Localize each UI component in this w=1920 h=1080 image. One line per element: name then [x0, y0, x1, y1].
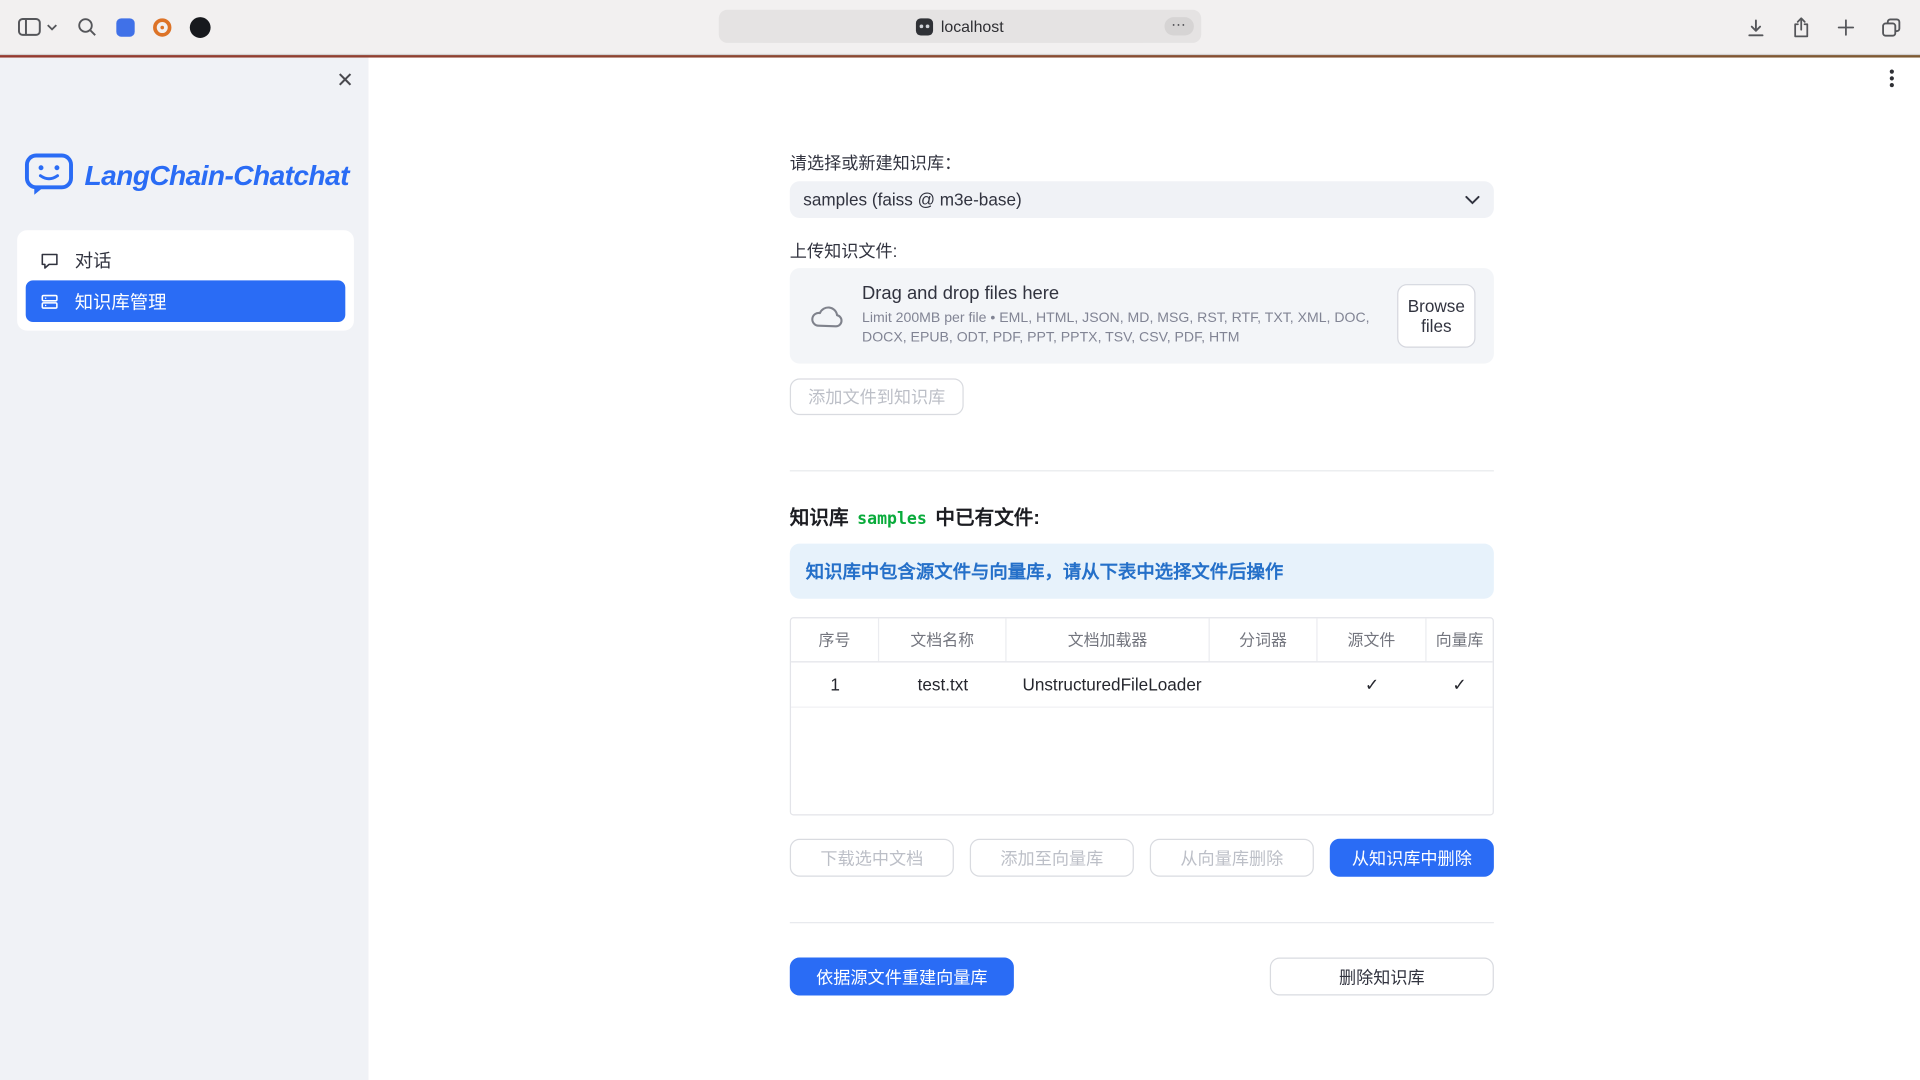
site-favicon [916, 18, 933, 35]
col-header-loader[interactable]: 文档加载器 [1007, 618, 1210, 661]
sidebar-close-button[interactable]: ✕ [336, 70, 353, 91]
add-to-vector-store-button[interactable]: 添加至向量库 [970, 839, 1134, 877]
chevron-down-icon [1464, 194, 1480, 205]
browse-files-button[interactable]: Browse files [1397, 284, 1475, 348]
page-decoration-bar [0, 55, 1920, 57]
col-header-index[interactable]: 序号 [791, 618, 879, 661]
rebuild-vector-store-button[interactable]: 依据源文件重建向量库 [790, 958, 1014, 996]
kb-select[interactable]: samples (faiss @ m3e-base) [790, 181, 1494, 218]
search-button[interactable] [76, 16, 98, 38]
sidebar-toggle-icon [17, 15, 41, 39]
screen: localhost ⋯ [0, 0, 1920, 1080]
add-files-to-kb-button[interactable]: 添加文件到知识库 [790, 378, 964, 415]
file-dropzone[interactable]: Drag and drop files here Limit 200MB per… [790, 268, 1494, 364]
cell-doc-name: test.txt [879, 662, 1006, 706]
search-icon [76, 16, 98, 38]
toolbar-right-group [1745, 0, 1903, 55]
kb-select-label: 请选择或新建知识库： [790, 151, 1494, 175]
kb-select-value: samples (faiss @ m3e-base) [803, 190, 1021, 210]
share-button[interactable] [1790, 16, 1812, 39]
tabs-icon [1880, 16, 1903, 39]
files-table: 序号 文档名称 文档加载器 分词器 源文件 向量库 1 test.txt Uns… [790, 617, 1494, 815]
chevron-down-icon [47, 23, 58, 32]
divider [790, 470, 1494, 471]
delete-from-kb-button[interactable]: 从知识库中删除 [1330, 839, 1494, 877]
sidebar-item-dialogue[interactable]: 对话 [26, 239, 346, 281]
cell-index: 1 [791, 662, 879, 706]
row-actions: 下载选中文档 添加至向量库 从向量库删除 从知识库中删除 [790, 839, 1494, 877]
chat-bubble-icon [39, 249, 60, 270]
toolbar-left-group [0, 15, 211, 39]
content-column: 请选择或新建知识库： samples (faiss @ m3e-base) 上传… [790, 58, 1494, 996]
info-banner-text: 知识库中包含源文件与向量库，请从下表中选择文件后操作 [806, 558, 1284, 584]
address-bar[interactable]: localhost ⋯ [719, 10, 1201, 43]
col-header-doc-name[interactable]: 文档名称 [879, 618, 1006, 661]
dropzone-title: Drag and drop files here [862, 283, 1376, 304]
remove-from-vector-store-button[interactable]: 从向量库删除 [1150, 839, 1314, 877]
kb-name-code: samples [857, 509, 927, 529]
table-row[interactable]: 1 test.txt UnstructuredFileLoader ✓ ✓ [791, 662, 1493, 707]
app-logo: LangChain-Chatchat [24, 153, 348, 197]
browser-toolbar: localhost ⋯ [0, 0, 1920, 55]
main-content: 请选择或新建知识库： samples (faiss @ m3e-base) 上传… [369, 58, 1920, 1080]
dropzone-limit: Limit 200MB per file • EML, HTML, JSON, … [862, 310, 1376, 348]
files-heading-prefix: 知识库 [790, 501, 849, 530]
divider [790, 922, 1494, 923]
knowledge-base-icon [39, 291, 60, 312]
dropzone-text: Drag and drop files here Limit 200MB per… [862, 283, 1376, 348]
tab-overview-button[interactable] [1880, 16, 1903, 39]
share-icon [1790, 16, 1812, 39]
sidebar-toggle-button[interactable] [17, 15, 57, 39]
new-tab-button[interactable] [1836, 17, 1857, 38]
sidebar-nav: 对话 知识库管理 [17, 230, 354, 330]
app-sidebar: ✕ LangChain-Chatchat 对 [0, 58, 369, 1080]
files-heading: 知识库 samples 中已有文件: [790, 501, 1494, 530]
sidebar-item-label: 对话 [75, 247, 112, 273]
download-icon [1745, 17, 1767, 39]
files-table-header: 序号 文档名称 文档加载器 分词器 源文件 向量库 [791, 618, 1493, 662]
col-header-source-file[interactable]: 源文件 [1318, 618, 1427, 661]
bottom-actions: 依据源文件重建向量库 删除知识库 [790, 958, 1494, 996]
files-heading-suffix: 中已有文件: [935, 501, 1040, 530]
github-extension-icon[interactable] [190, 17, 211, 38]
download-selected-button[interactable]: 下载选中文档 [790, 839, 954, 877]
sidebar-item-kb-management[interactable]: 知识库管理 [26, 280, 346, 322]
app-menu-button[interactable] [1882, 67, 1902, 89]
sidebar-item-label: 知识库管理 [75, 288, 167, 314]
chat-logo-icon [24, 153, 73, 197]
cloud-upload-icon [808, 302, 845, 329]
delete-kb-button[interactable]: 删除知识库 [1270, 958, 1494, 996]
info-banner: 知识库中包含源文件与向量库，请从下表中选择文件后操作 [790, 544, 1494, 599]
app-logo-text: LangChain-Chatchat [84, 159, 348, 192]
col-header-vector-store[interactable]: 向量库 [1427, 618, 1493, 661]
cell-source-file-check: ✓ [1318, 662, 1427, 706]
cell-splitter [1210, 662, 1318, 706]
col-header-splitter[interactable]: 分词器 [1210, 618, 1318, 661]
downloads-button[interactable] [1745, 17, 1767, 39]
cell-loader: UnstructuredFileLoader [1007, 662, 1210, 706]
address-bar-more-button[interactable]: ⋯ [1164, 17, 1193, 35]
cell-vector-store-check: ✓ [1427, 662, 1493, 706]
plus-icon [1836, 17, 1857, 38]
address-bar-url: localhost [941, 17, 1004, 35]
extension-blue-icon[interactable] [116, 18, 134, 36]
upload-label: 上传知识文件: [790, 239, 1494, 263]
extension-record-icon[interactable] [153, 18, 171, 36]
